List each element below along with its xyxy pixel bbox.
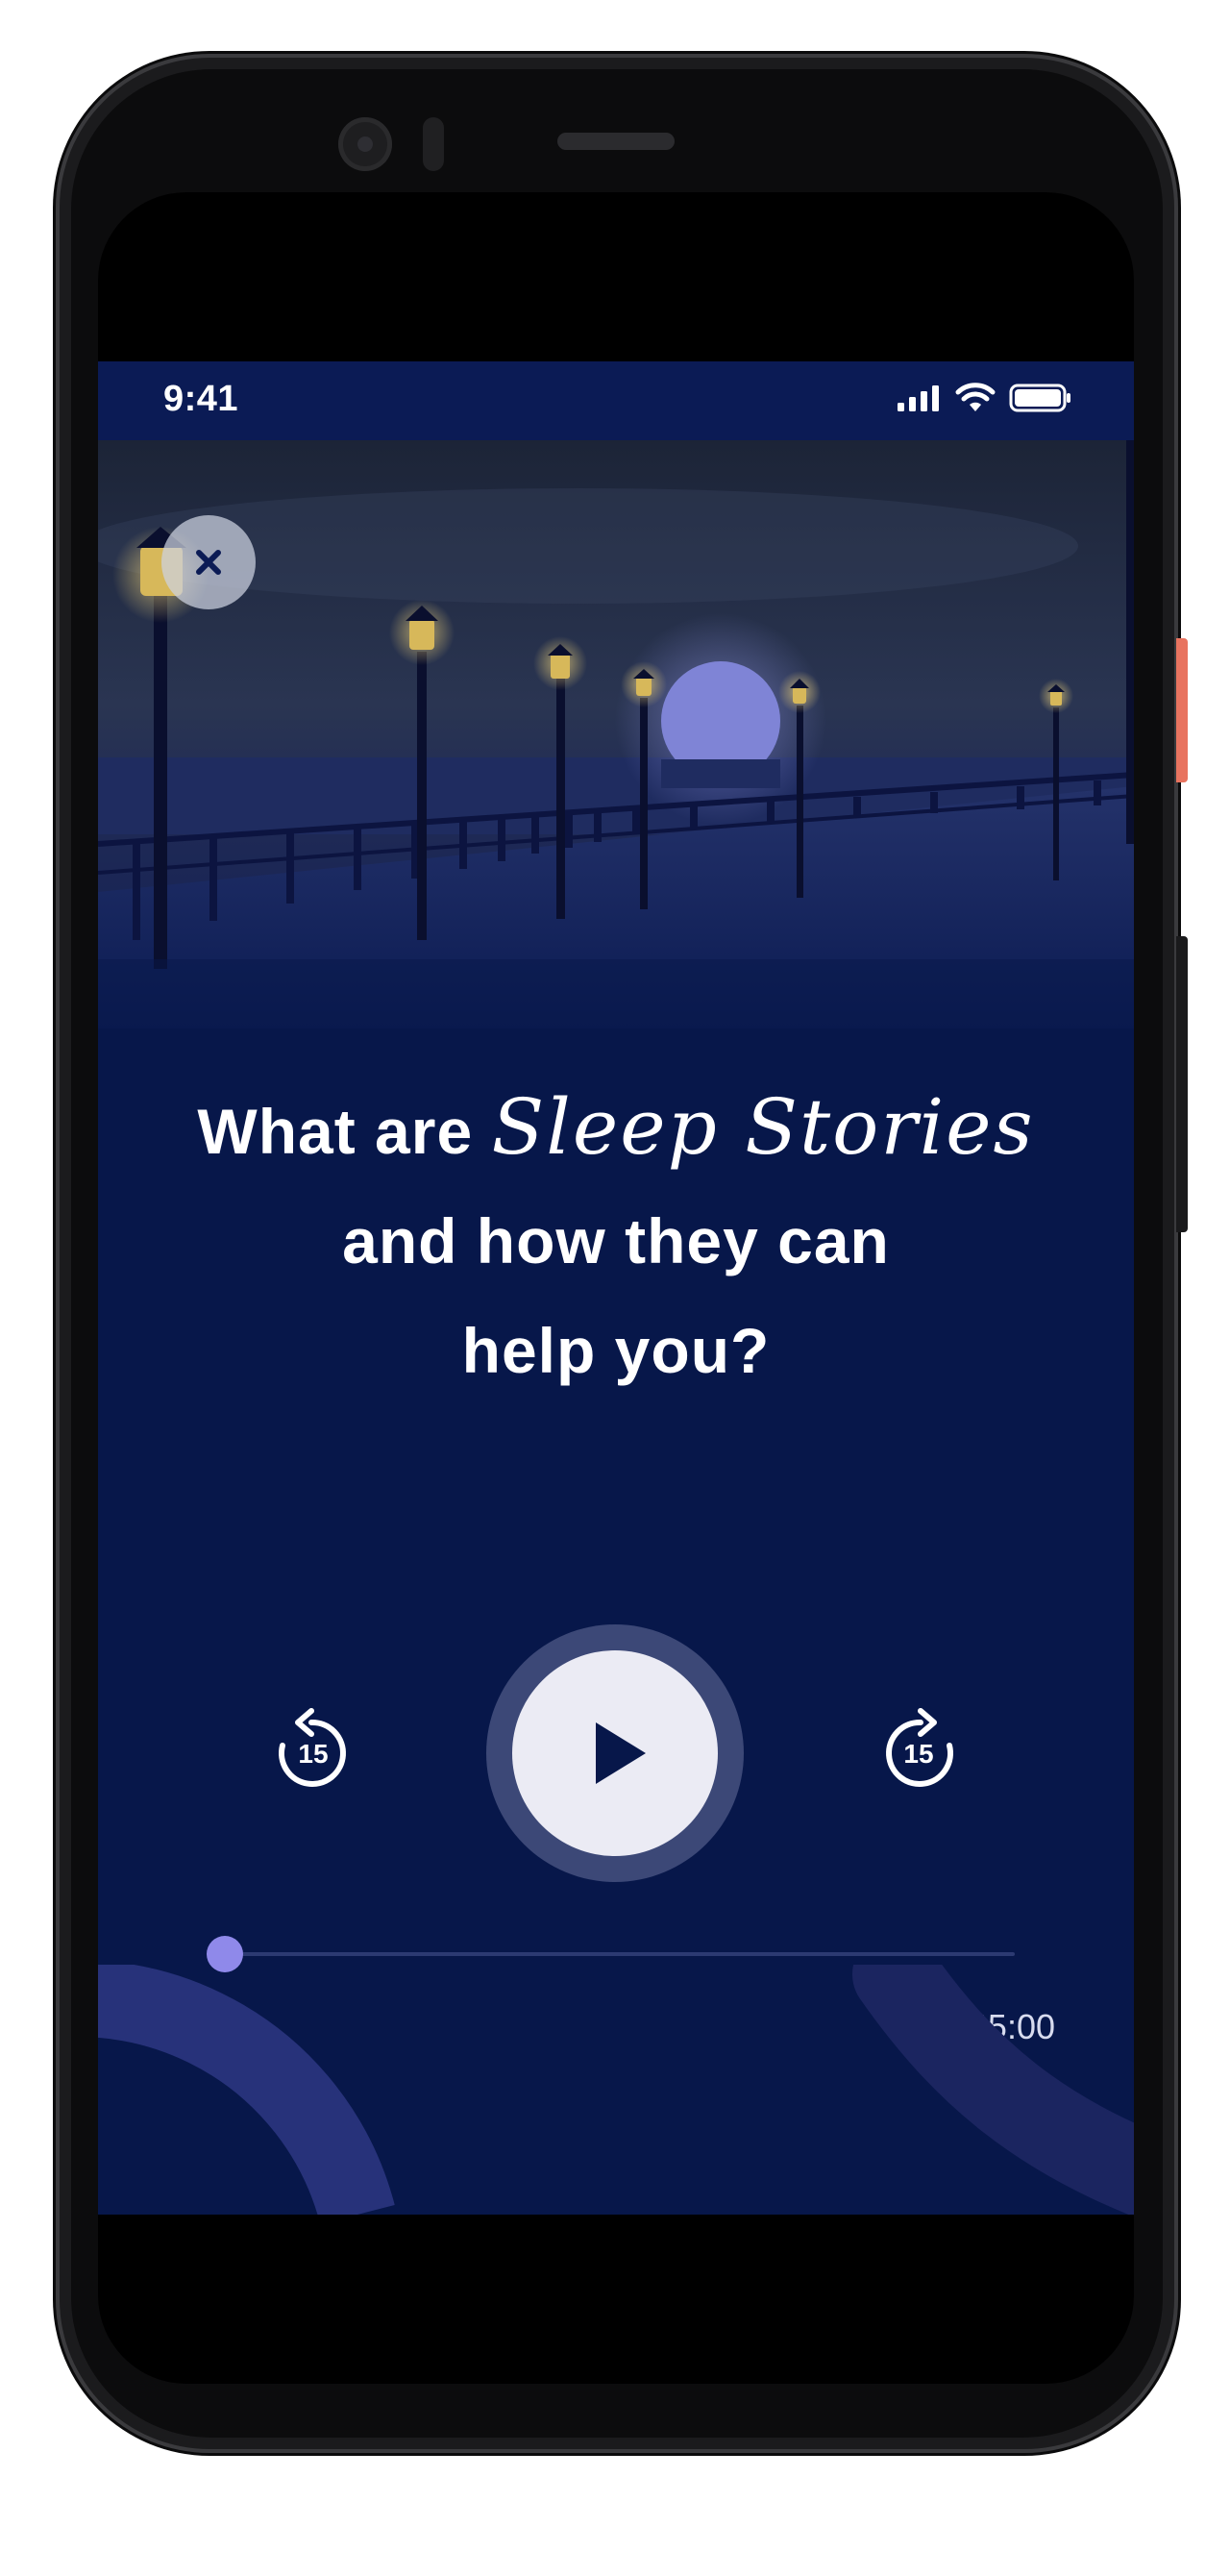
status-bar: 9:41 (98, 361, 1134, 440)
rewind-15-icon: 15 (279, 1708, 346, 1787)
title-line-3: help you? (461, 1315, 771, 1386)
status-icons (896, 383, 1072, 413)
skip-forward-label: 15 (903, 1739, 933, 1769)
play-button[interactable] (512, 1650, 718, 1856)
skip-forward-15-button[interactable]: 15 (874, 1705, 967, 1797)
title-line-2: and how they can (342, 1205, 890, 1276)
skip-back-15-button[interactable]: 15 (265, 1705, 357, 1797)
title-script-highlight: Sleep Stories (491, 1082, 1035, 1172)
status-time: 9:41 (163, 379, 239, 419)
front-camera (338, 117, 392, 171)
play-button-ring (486, 1624, 744, 1882)
close-icon (196, 550, 221, 575)
story-title: What are Sleep Stories and how they can … (98, 1073, 1134, 1405)
close-button[interactable] (161, 515, 256, 609)
volume-button (1176, 936, 1188, 1232)
wifi-icon (955, 383, 996, 411)
signal-icon (898, 385, 939, 411)
forward-15-icon: 15 (886, 1708, 953, 1787)
title-line-1: What are Sleep Stories (98, 1073, 1134, 1186)
progress-track[interactable] (225, 1952, 1015, 1956)
proximity-sensor (423, 117, 444, 171)
title-prefix: What are (197, 1096, 492, 1167)
earpiece-speaker (557, 133, 675, 150)
play-icon (596, 1722, 646, 1784)
hero-image (98, 440, 1134, 1028)
skip-back-label: 15 (298, 1739, 328, 1769)
decorative-arcs (98, 1965, 1134, 2215)
phone-display: 9:41 What are Sleep Stories and how they… (98, 192, 1134, 2384)
battery-icon (1009, 384, 1070, 412)
app-screen: 9:41 What are Sleep Stories and how they… (98, 361, 1134, 2215)
power-button (1176, 638, 1188, 782)
